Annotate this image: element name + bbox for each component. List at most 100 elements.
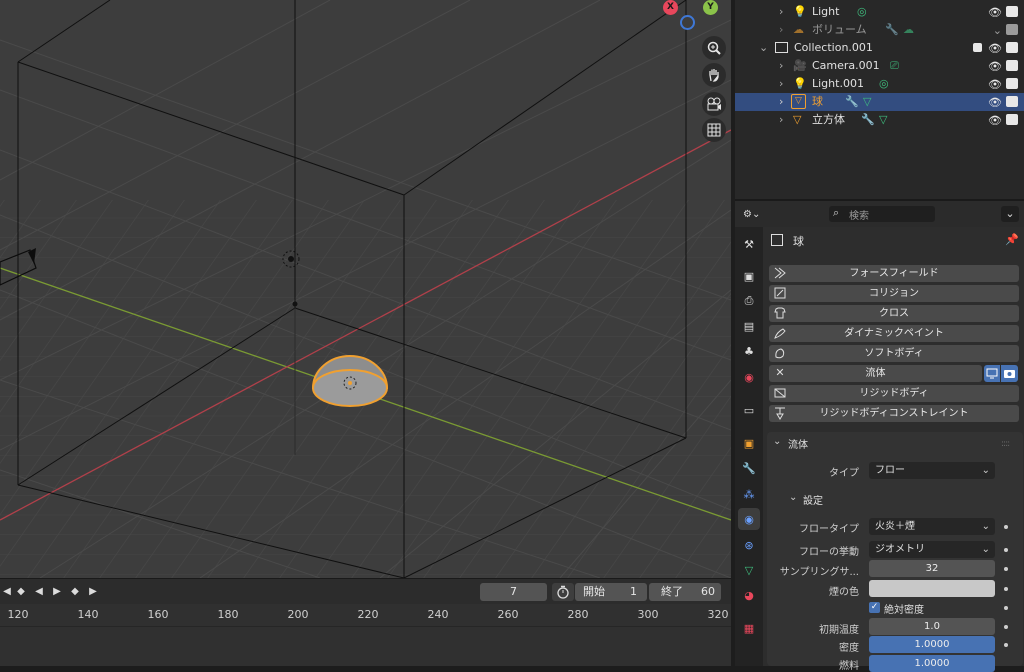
timeline-body[interactable]: 120 140 160 180 200 220 240 260 280 300 320 — [0, 604, 731, 666]
outliner-row-light001[interactable]: › 💡 Light.001 ◎ 👁 — [735, 75, 1024, 93]
render-tab-icon[interactable]: ▣ — [738, 265, 760, 287]
absolute-density-checkbox[interactable]: ✓ — [869, 602, 880, 613]
outliner-row-sphere[interactable]: › ▽ 球 🔧 ▽ 👁 — [735, 93, 1024, 111]
flow-type-dropdown[interactable]: 火炎＋煙 ⌄ — [869, 518, 995, 535]
camera-view-icon[interactable] — [702, 92, 726, 116]
modifier-tab-icon[interactable]: 🔧 — [738, 457, 760, 479]
expand-arrow-icon[interactable]: › — [779, 57, 783, 75]
render-camera-icon[interactable] — [1006, 42, 1018, 53]
data-tab-icon[interactable]: ▽ — [738, 559, 760, 581]
eye-icon[interactable]: 👁 — [988, 76, 1002, 94]
options-dropdown-icon[interactable]: ⌄ — [1001, 206, 1019, 222]
render-camera-icon[interactable] — [1006, 96, 1018, 107]
type-dropdown[interactable]: フロー ⌄ — [869, 462, 995, 479]
outliner[interactable]: › 💡 Light ◎ 👁 › ☁ ボリューム 🔧 ☁ ⌄ ⌄ Collecti… — [735, 0, 1024, 199]
eye-icon[interactable]: 👁 — [988, 58, 1002, 76]
drag-handle-icon[interactable]: :::: — [1001, 439, 1010, 449]
keyframe-dot[interactable] — [1004, 625, 1008, 629]
jump-end-icon[interactable]: ▶ — [86, 585, 100, 599]
keyframe-dot[interactable] — [1004, 643, 1008, 647]
expand-arrow-icon[interactable]: › — [779, 75, 783, 93]
keyframe-dot[interactable] — [1004, 548, 1008, 552]
texture-tab-icon[interactable]: ▦ — [738, 617, 760, 639]
eye-icon[interactable]: 👁 — [988, 94, 1002, 112]
soft-body-button[interactable]: ソフトボディ — [769, 345, 1019, 362]
expand-arrow-icon[interactable]: › — [779, 3, 783, 21]
prev-keyframe-icon[interactable]: ◆ — [14, 585, 28, 599]
current-frame-field[interactable]: 7 — [480, 583, 547, 601]
dynamic-paint-button[interactable]: ダイナミックペイント — [769, 325, 1019, 342]
rigid-body-constraint-button[interactable]: リジッドボディコンストレイント — [769, 405, 1019, 422]
sampling-field[interactable]: 32 — [869, 560, 995, 577]
current-frame-value: 7 — [510, 585, 517, 598]
flow-behavior-dropdown[interactable]: ジオメトリ ⌄ — [869, 541, 995, 558]
render-camera-icon[interactable] — [1006, 24, 1018, 35]
keyframe-dot[interactable] — [1004, 525, 1008, 529]
expand-arrow-icon[interactable]: › — [779, 21, 783, 39]
fluid-button[interactable]: ✕ 流体 — [769, 365, 982, 382]
render-camera-icon[interactable] — [1006, 114, 1018, 125]
object-tab-icon[interactable]: ▣ — [738, 432, 760, 454]
next-keyframe-icon[interactable]: ◆ — [68, 585, 82, 599]
smoke-color-swatch[interactable] — [869, 580, 995, 597]
collision-button[interactable]: コリジョン — [769, 285, 1019, 302]
zoom-icon[interactable] — [702, 36, 726, 60]
hand-pan-icon[interactable] — [702, 63, 726, 87]
view-layer-tab-icon[interactable]: ▤ — [738, 315, 760, 337]
collapse-arrow-icon[interactable]: ⌄ — [759, 39, 768, 57]
collection-tab-icon[interactable]: ▭ — [738, 399, 760, 421]
keyframe-dot[interactable] — [1004, 606, 1008, 610]
eye-icon[interactable]: 👁 — [988, 4, 1002, 22]
material-tab-icon[interactable]: ◕ — [738, 584, 760, 606]
tool-tab-icon[interactable]: ⚒ — [738, 233, 760, 255]
gizmo-z-axis[interactable] — [680, 15, 695, 30]
outliner-row-light[interactable]: › 💡 Light ◎ 👁 — [735, 3, 1024, 21]
render-toggle-icon[interactable] — [1001, 365, 1018, 382]
expand-arrow-icon[interactable]: › — [779, 111, 783, 129]
outliner-row-cube[interactable]: › ▽ 立方体 🔧 ▽ 👁 — [735, 111, 1024, 129]
constraints-tab-icon[interactable]: ⊛ — [738, 534, 760, 556]
scene-tab-icon[interactable]: ♣ — [738, 340, 760, 362]
density-field[interactable]: 1.0000 — [869, 636, 995, 653]
eye-hidden-icon[interactable]: ⌄ — [993, 22, 1002, 40]
outliner-row-camera[interactable]: › 🎥 Camera.001 ⎚ 👁 — [735, 57, 1024, 75]
exclude-checkbox[interactable] — [973, 43, 982, 52]
subpanel-collapse-icon[interactable]: ⌄ — [789, 492, 797, 503]
editor-type-icon[interactable]: ⚙⌄ — [743, 206, 771, 224]
jump-start-icon[interactable]: ◀ — [0, 585, 14, 599]
gizmo-y-axis[interactable]: Y — [703, 0, 718, 15]
physics-tab-icon[interactable]: ◉ — [738, 508, 760, 530]
grid-ortho-icon[interactable] — [702, 118, 726, 142]
cloth-button[interactable]: クロス — [769, 305, 1019, 322]
start-frame-field[interactable]: 開始 1 — [575, 583, 647, 601]
outliner-row-volume[interactable]: › ☁ ボリューム 🔧 ☁ ⌄ — [735, 21, 1024, 39]
play-icon[interactable]: ▶ — [50, 585, 64, 599]
fluid-panel-title[interactable]: 流体 — [788, 436, 808, 451]
play-reverse-icon[interactable]: ◀ — [32, 585, 46, 599]
keyframe-dot[interactable] — [1004, 567, 1008, 571]
initial-temp-field[interactable]: 1.0 — [869, 618, 995, 635]
eye-icon[interactable]: 👁 — [988, 112, 1002, 130]
panel-collapse-icon[interactable]: ⌄ — [773, 436, 781, 447]
world-tab-icon[interactable]: ◉ — [738, 366, 760, 388]
properties-search-input[interactable]: ⌕ 検索 — [829, 206, 935, 222]
fuel-field[interactable]: 1.0000 — [869, 655, 995, 672]
stopwatch-icon[interactable] — [552, 583, 574, 601]
viewport-display-toggle-icon[interactable] — [984, 365, 1000, 382]
rigid-body-button[interactable]: リジッドボディ — [769, 385, 1019, 402]
end-frame-field[interactable]: 終了 60 — [649, 583, 721, 601]
output-tab-icon[interactable]: ⎙ — [738, 290, 760, 312]
outliner-row-collection[interactable]: ⌄ Collection.001 👁 — [735, 39, 1024, 57]
render-camera-icon[interactable] — [1006, 78, 1018, 89]
particles-tab-icon[interactable]: ⁂ — [738, 483, 760, 505]
3d-viewport[interactable]: X Y — [0, 0, 731, 578]
settings-subpanel-title[interactable]: 設定 — [803, 492, 823, 507]
expand-arrow-icon[interactable]: › — [779, 93, 783, 111]
pin-icon[interactable]: 📌 — [1005, 233, 1019, 246]
gizmo-x-axis[interactable]: X — [663, 0, 678, 15]
force-field-button[interactable]: フォースフィールド — [769, 265, 1019, 282]
keyframe-dot[interactable] — [1004, 587, 1008, 591]
render-camera-icon[interactable] — [1006, 60, 1018, 71]
eye-icon[interactable]: 👁 — [988, 40, 1002, 58]
render-camera-icon[interactable] — [1006, 6, 1018, 17]
